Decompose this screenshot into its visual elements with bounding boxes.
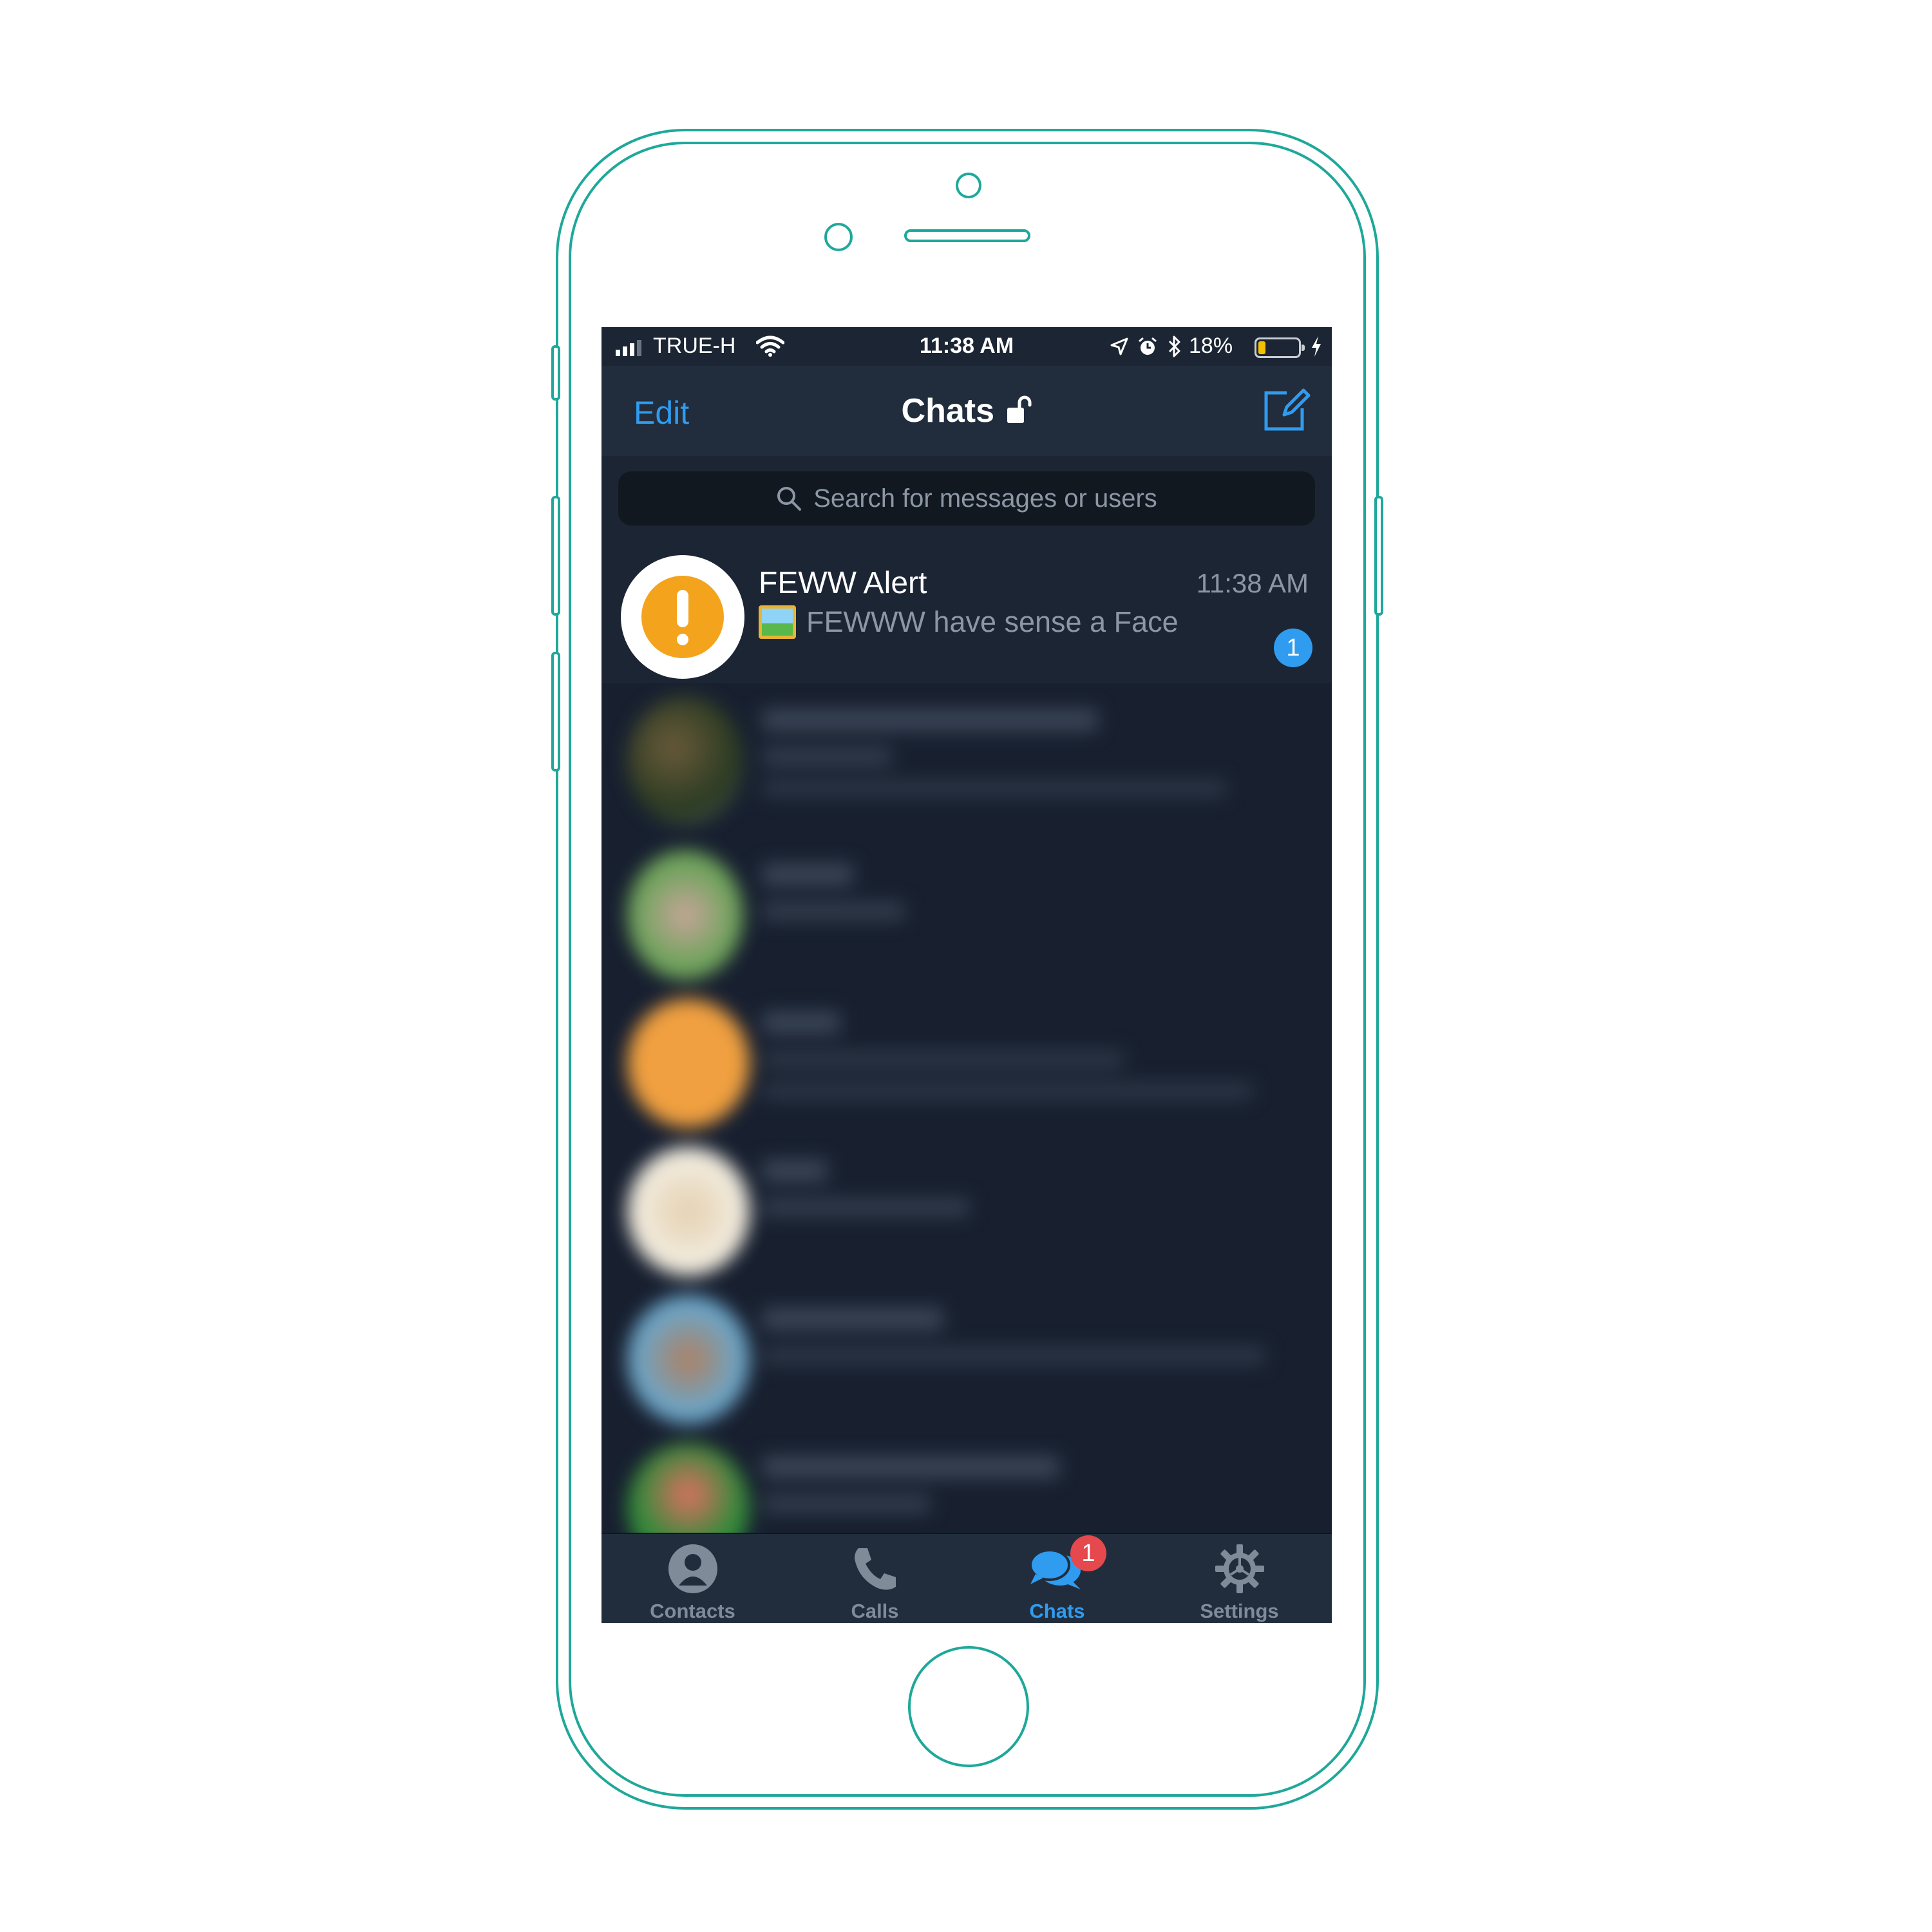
battery-icon — [1255, 337, 1305, 358]
tab-settings-label: Settings — [1200, 1600, 1279, 1622]
proximity-sensor — [824, 223, 853, 251]
gear-icon — [1215, 1544, 1264, 1593]
tab-bar: Contacts Calls Chats 1 Settings — [601, 1533, 1332, 1623]
page-title: Chats — [901, 392, 995, 430]
unlocked-lock-icon[interactable] — [1006, 395, 1032, 424]
phone-icon — [854, 1548, 896, 1590]
tab-contacts-label: Contacts — [650, 1600, 735, 1622]
power-button — [1374, 496, 1383, 616]
chat-preview: FEWWW have sense a Face — [806, 605, 1179, 638]
volume-up-button — [551, 496, 560, 616]
tab-calls-label: Calls — [851, 1600, 899, 1622]
person-icon — [668, 1544, 717, 1593]
alarm-icon — [1139, 337, 1157, 355]
bluetooth-icon — [1168, 336, 1180, 357]
chat-time: 11:38 AM — [1196, 568, 1309, 598]
nav-bar: Edit Chats — [601, 366, 1332, 456]
alert-icon — [641, 576, 724, 658]
tab-chats-label: Chats — [1029, 1600, 1085, 1622]
earpiece-speaker — [904, 229, 1030, 242]
tab-badge-count: 1 — [1081, 1540, 1095, 1567]
tab-chats[interactable]: Chats 1 — [966, 1534, 1148, 1623]
tab-calls[interactable]: Calls — [784, 1534, 966, 1623]
battery-percent: 18% — [1189, 334, 1233, 358]
nav-title-group: Chats — [601, 392, 1332, 430]
front-camera — [956, 173, 981, 198]
tab-contacts[interactable]: Contacts — [601, 1534, 784, 1623]
silent-switch — [551, 345, 560, 401]
avatar — [621, 555, 744, 679]
chat-row-feww-alert[interactable]: FEWW Alert 11:38 AM FEWWW have sense a F… — [601, 546, 1332, 681]
unread-badge: 1 — [1274, 629, 1312, 667]
app-screen: TRUE-H 11:38 AM 18% Edit Chats Search fo… — [601, 327, 1332, 1623]
home-button[interactable] — [908, 1646, 1029, 1767]
tab-badge: 1 — [1070, 1535, 1106, 1571]
chat-name: FEWW Alert — [759, 566, 927, 600]
search-placeholder: Search for messages or users — [813, 484, 1157, 513]
volume-down-button — [551, 652, 560, 772]
charging-icon — [1312, 336, 1321, 357]
blurred-chat-list — [601, 683, 1332, 1533]
status-bar: TRUE-H 11:38 AM 18% — [601, 327, 1332, 366]
photo-icon — [759, 605, 796, 639]
unread-count: 1 — [1286, 634, 1300, 661]
search-section: Search for messages or users — [601, 456, 1332, 546]
compose-icon[interactable] — [1261, 384, 1312, 435]
location-icon — [1110, 337, 1128, 355]
search-icon — [777, 487, 802, 511]
search-input[interactable]: Search for messages or users — [618, 471, 1315, 526]
tab-settings[interactable]: Settings — [1148, 1534, 1331, 1623]
